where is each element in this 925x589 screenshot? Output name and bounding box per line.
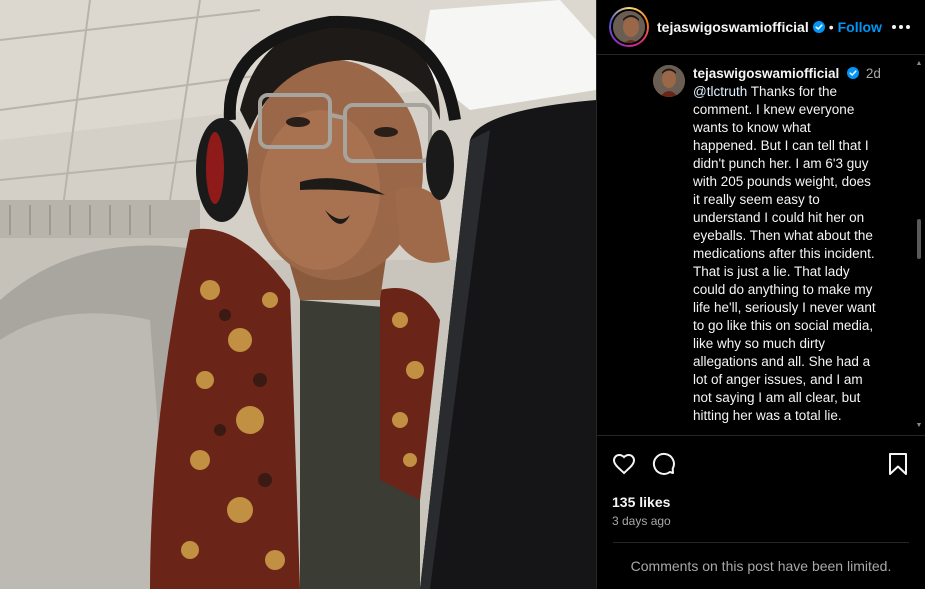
comments-area[interactable]: tejaswigoswamiofficial 2d @tlctruth Than…: [597, 55, 925, 436]
more-options-icon[interactable]: [889, 15, 913, 39]
comment-mention[interactable]: @tlctruth: [693, 84, 747, 99]
post-actions: [597, 436, 925, 492]
post-photo[interactable]: [0, 0, 596, 589]
comment-bubble-icon[interactable]: [651, 451, 677, 477]
comment-text: @tlctruth Thanks for the comment. I knew…: [693, 83, 877, 435]
comments-limited-notice: Comments on this post have been limited.: [613, 542, 909, 589]
bookmark-icon[interactable]: [885, 451, 911, 477]
comment-avatar[interactable]: [653, 65, 685, 97]
avatar[interactable]: [611, 9, 647, 45]
scroll-up-arrow-icon[interactable]: ▲: [915, 59, 923, 69]
post-side-panel: tejaswigoswamiofficial • Follow tejaswig…: [596, 0, 925, 589]
comment-time[interactable]: 2d: [866, 66, 881, 81]
comments-scrollbar[interactable]: ▲ ▼: [915, 59, 923, 431]
selfie-photo: [0, 0, 596, 589]
comment-content: Thanks for the comment. I knew everyone …: [693, 84, 876, 423]
comment-item: tejaswigoswamiofficial 2d @tlctruth Than…: [653, 65, 913, 435]
likes-count[interactable]: 135 likes: [597, 492, 925, 512]
follow-button[interactable]: Follow: [838, 19, 882, 35]
comment-avatar-image: [653, 65, 685, 97]
comment-body: tejaswigoswamiofficial 2d @tlctruth Than…: [693, 65, 881, 435]
heart-icon[interactable]: [611, 451, 637, 477]
story-ring[interactable]: [609, 7, 649, 47]
post-date[interactable]: 3 days ago: [597, 512, 925, 530]
scroll-thumb[interactable]: [917, 219, 921, 259]
post-header: tejaswigoswamiofficial • Follow: [597, 0, 925, 55]
scroll-down-arrow-icon[interactable]: ▼: [915, 421, 923, 431]
verified-badge-icon: [812, 21, 825, 33]
comment-username[interactable]: tejaswigoswamiofficial: [693, 66, 839, 81]
header-separator: •: [828, 19, 834, 35]
header-username[interactable]: tejaswigoswamiofficial: [657, 19, 809, 35]
avatar-image: [613, 11, 645, 43]
comment-header: tejaswigoswamiofficial 2d: [693, 65, 881, 83]
verified-badge-icon: [847, 67, 860, 79]
